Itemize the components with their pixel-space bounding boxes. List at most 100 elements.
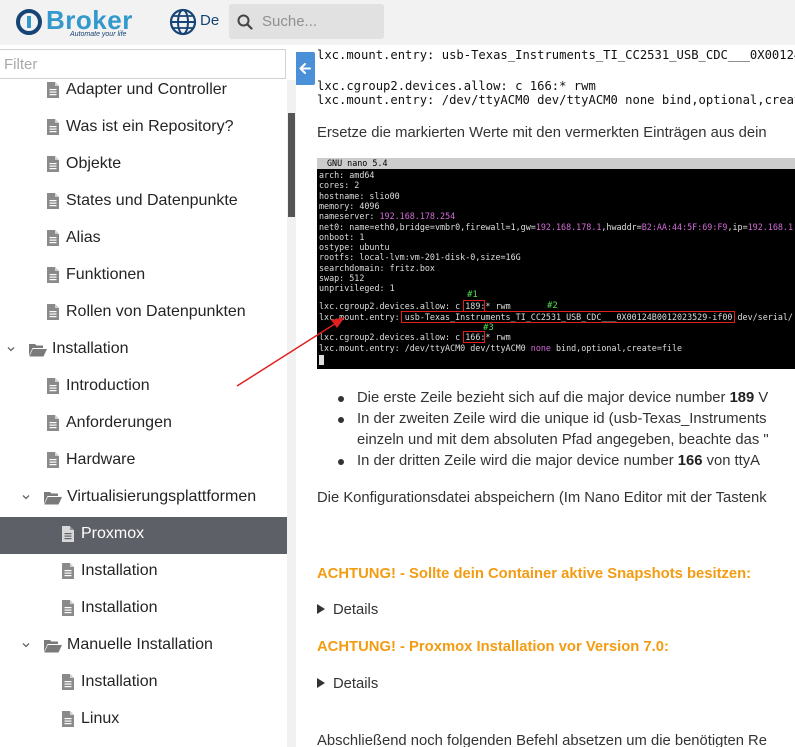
marker-1: #1 xyxy=(467,290,478,300)
terminal-line: net0: name=eth0,bridge=vmbr0,firewall=1,… xyxy=(319,221,794,232)
sidebar-item-label: Alias xyxy=(66,229,101,246)
iobroker-logo[interactable]: Broker Automate your life xyxy=(16,5,152,40)
folder-open-icon xyxy=(44,492,62,505)
sidebar-item-states-und-datenpunkte[interactable]: States und Datenpunkte xyxy=(0,184,287,221)
terminal-title: GNU nano 5.4 xyxy=(327,158,388,168)
main-content: lxc.mount.entry: usb-Texas_Instruments_T… xyxy=(296,45,795,747)
document-icon xyxy=(47,230,59,246)
chevron-down-icon[interactable] xyxy=(21,640,31,650)
document-icon xyxy=(47,82,59,98)
warning-heading-proxmox-version: ACHTUNG! - Proxmox Installation vor Vers… xyxy=(317,639,669,655)
sidebar-item-adapter-und-controller[interactable]: Adapter und Controller xyxy=(0,73,287,110)
paragraph-save: Die Konfigurationsdatei abspeichern (Im … xyxy=(317,490,767,506)
triangle-right-icon xyxy=(317,604,325,614)
code-line: lxc.cgroup2.devices.allow: c 166:* rwm xyxy=(317,79,596,93)
terminal-line: memory: 4096 xyxy=(319,200,380,211)
document-icon xyxy=(62,674,74,690)
document-icon xyxy=(47,267,59,283)
sidebar-item-alias[interactable]: Alias xyxy=(0,221,287,258)
terminal-line: unprivileged: 1 xyxy=(319,283,395,294)
terminal-line: swap: 512 xyxy=(319,273,365,283)
sidebar-item-introduction[interactable]: Introduction xyxy=(0,369,287,406)
sidebar-scrollbar-thumb[interactable] xyxy=(288,113,295,217)
document-icon xyxy=(47,304,59,320)
folder-open-icon xyxy=(44,640,62,653)
highlight-box-2 xyxy=(401,311,735,323)
sidebar-item-label: Linux xyxy=(81,710,120,727)
document-icon xyxy=(62,600,74,616)
terminal-title-bar: GNU nano 5.4 xyxy=(317,158,795,169)
chevron-down-icon[interactable] xyxy=(21,492,31,502)
logo-i-icon xyxy=(16,9,42,35)
chevron-down-icon[interactable] xyxy=(6,344,16,354)
sidebar-item-label: Objekte xyxy=(66,155,122,172)
terminal-screenshot: GNU nano 5.4 arch: amd64 cores: 2 hostname… xyxy=(317,158,795,369)
sidebar-item-label: Virtualisierungsplattformen xyxy=(67,488,257,505)
sidebar-item-anforderungen[interactable]: Anforderungen xyxy=(0,406,287,443)
code-line: lxc.mount.entry: /dev/ttyACM0 dev/ttyACM… xyxy=(317,93,795,107)
sidebar-item-label: Anforderungen xyxy=(66,414,172,431)
search-box[interactable] xyxy=(229,4,384,39)
paragraph-replace: Ersetze die markierten Werte mit den ver… xyxy=(317,125,767,141)
sidebar-item-installation[interactable]: Installation xyxy=(0,591,287,628)
arrow-left-icon xyxy=(299,63,311,74)
search-input[interactable] xyxy=(262,9,380,34)
collapse-sidebar-button[interactable] xyxy=(296,52,315,85)
terminal-line: onboot: 1 xyxy=(319,231,365,242)
sidebar-item-installation[interactable]: Installation xyxy=(0,554,287,591)
warning-heading-snapshots: ACHTUNG! - Sollte dein Container aktive … xyxy=(317,566,752,582)
sidebar: Adapter und Controller Was ist ein Reposi… xyxy=(0,45,296,747)
search-icon xyxy=(237,14,253,30)
document-icon xyxy=(47,415,59,431)
sidebar-item-installation[interactable]: Installation xyxy=(0,332,287,369)
terminal-line: ostype: ubuntu xyxy=(319,242,390,253)
terminal-line: nameserver: 192.168.178.254 xyxy=(319,211,456,222)
sidebar-item-was-ist-ein-repository[interactable]: Was ist ein Repository? xyxy=(0,110,287,147)
sidebar-item-label: Was ist ein Repository? xyxy=(66,118,234,135)
sidebar-item-label: Installation xyxy=(81,599,158,616)
terminal-cursor xyxy=(319,355,324,365)
sidebar-item-manuelle-installation[interactable]: Manuelle Installation xyxy=(0,628,287,665)
marker-2: #2 xyxy=(547,301,558,311)
document-icon xyxy=(47,452,59,468)
sidebar-item-label: Adapter und Controller xyxy=(66,81,227,98)
globe-icon xyxy=(169,8,197,36)
sidebar-item-label: Installation xyxy=(52,340,129,357)
sidebar-item-proxmox[interactable]: Proxmox xyxy=(0,517,287,554)
sidebar-item-label: Installation xyxy=(81,562,158,579)
sidebar-item-label: Installation xyxy=(81,673,158,690)
sidebar-item-funktionen[interactable]: Funktionen xyxy=(0,258,287,295)
terminal-line: arch: amd64 xyxy=(319,170,375,180)
sidebar-item-label: Introduction xyxy=(66,377,150,394)
terminal-line-mount2: lxc.mount.entry: /dev/ttyACM0 dev/ttyACM… xyxy=(319,343,683,353)
document-icon xyxy=(47,119,59,135)
document-icon xyxy=(62,563,74,579)
terminal-line: rootfs: local-lvm:vm-201-disk-0,size=16G xyxy=(319,252,521,263)
sidebar-item-label: States und Datenpunkte xyxy=(66,192,238,209)
language-code: De xyxy=(200,12,220,29)
sidebar-item-virtualisierungsplattformen[interactable]: Virtualisierungsplattformen xyxy=(0,480,287,517)
logo-tagline: Automate your life xyxy=(70,31,127,38)
sidebar-item-installation[interactable]: Installation xyxy=(0,665,287,702)
sidebar-item-hardware[interactable]: Hardware xyxy=(0,443,287,480)
paragraph-final: Abschließend noch folgenden Befehl abset… xyxy=(317,733,767,747)
sidebar-item-linux[interactable]: Linux xyxy=(0,702,287,739)
triangle-right-icon xyxy=(317,678,325,688)
marker-3: #3 xyxy=(483,323,494,333)
document-icon xyxy=(62,526,74,542)
document-icon xyxy=(62,711,74,727)
sidebar-item-label: Manuelle Installation xyxy=(67,636,213,653)
sidebar-item-objekte[interactable]: Objekte xyxy=(0,147,287,184)
document-icon xyxy=(47,193,59,209)
document-icon xyxy=(47,378,59,394)
details-toggle-proxmox-version[interactable]: Details xyxy=(317,676,378,692)
sidebar-item-label: Hardware xyxy=(66,451,136,468)
highlight-box-3 xyxy=(463,331,485,343)
sidebar-item-label: Rollen von Datenpunkten xyxy=(66,303,246,320)
sidebar-item-label: Proxmox xyxy=(81,525,145,542)
code-line: lxc.mount.entry: usb-Texas_Instruments_T… xyxy=(317,48,795,62)
sidebar-item-rollen-von-datenpunkten[interactable]: Rollen von Datenpunkten xyxy=(0,295,287,332)
document-icon xyxy=(47,156,59,172)
top-header: Broker Automate your life De xyxy=(0,0,795,45)
details-toggle-snapshots[interactable]: Details xyxy=(317,602,378,618)
